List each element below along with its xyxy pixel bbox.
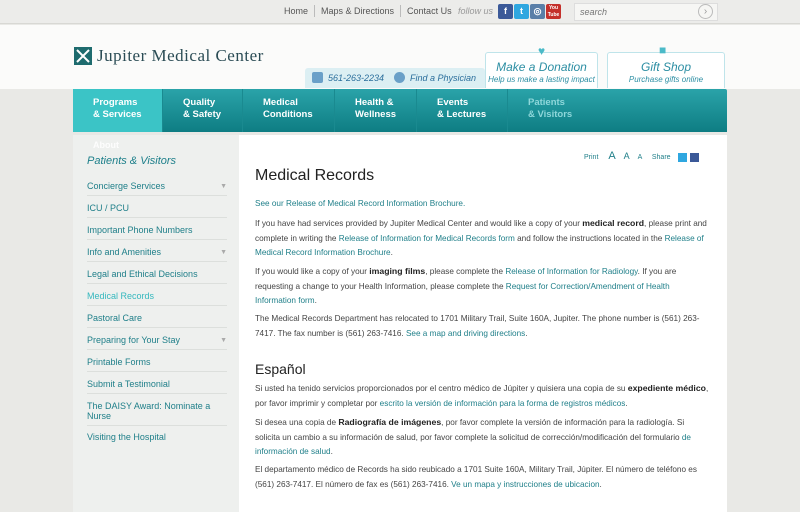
share-label: Share xyxy=(651,154,671,161)
page-tools: Print A A A Share xyxy=(584,150,700,162)
facebook-icon[interactable]: f xyxy=(498,4,513,19)
youtube-icon[interactable]: You Tube xyxy=(546,4,561,19)
release-form-link[interactable]: Release of Information for Medical Recor… xyxy=(339,234,515,243)
logo-icon[interactable] xyxy=(74,47,92,65)
chevron-down-icon[interactable]: ▼ xyxy=(220,337,227,344)
brochure-paragraph: See our Release of Medical Record Inform… xyxy=(255,197,710,212)
spanish-imaging-paragraph: Si desea una copia de Radiografía de imá… xyxy=(255,417,691,456)
phone-icon xyxy=(312,72,323,83)
utility-links: Home Maps & Directions Contact Us xyxy=(278,5,458,17)
instagram-icon[interactable]: ◎ xyxy=(530,4,545,19)
sidebar-item-testimonial[interactable]: Submit a Testimonial xyxy=(87,379,227,394)
search-go-icon[interactable]: › xyxy=(698,4,713,19)
twitter-share-icon[interactable] xyxy=(677,152,687,162)
sidebar-ghost-label: About xyxy=(93,140,119,150)
page-title: Medical Records xyxy=(255,167,375,184)
twitter-icon[interactable]: t xyxy=(514,4,529,19)
donation-title: Make a Donation xyxy=(496,60,587,74)
spanish-relocation-paragraph: El departamento médico de Records ha sid… xyxy=(255,465,697,489)
site-logo-text[interactable]: Jupiter Medical Center xyxy=(97,46,264,66)
sidebar-item-icu-pcu[interactable]: ICU / PCU xyxy=(87,203,227,218)
chevron-down-icon[interactable]: ▼ xyxy=(220,183,227,190)
nav-health-wellness[interactable]: Health & Wellness xyxy=(335,89,417,132)
sidebar-item-visiting[interactable]: Visiting the Hospital xyxy=(87,432,227,446)
spanish-records-form-link[interactable]: escrito la versión de información para l… xyxy=(380,399,626,408)
facebook-share-icon[interactable] xyxy=(690,152,700,162)
sidebar-item-legal-ethical[interactable]: Legal and Ethical Decisions xyxy=(87,269,227,284)
font-small-button[interactable]: A xyxy=(638,154,642,161)
font-large-button[interactable]: A xyxy=(608,150,615,162)
sidebar-item-pastoral-care[interactable]: Pastoral Care xyxy=(87,313,227,328)
home-link[interactable]: Home xyxy=(278,5,316,17)
radiology-release-link[interactable]: Release of Information for Radiology xyxy=(505,267,637,276)
print-link[interactable]: Print xyxy=(584,154,598,161)
sidebar-heading: Patients & Visitors xyxy=(87,155,177,167)
spanish-map-link[interactable]: Ve un mapa y instrucciones de ubicacion xyxy=(451,480,599,489)
nav-events-lectures[interactable]: Events & Lectures xyxy=(417,89,508,132)
gift-shop-promo[interactable]: Gift Shop Purchase gifts online xyxy=(607,52,725,88)
sidebar-item-daisy-award[interactable]: The DAISY Award: Nominate a Nurse xyxy=(87,401,227,426)
spanish-heading: Español xyxy=(255,361,306,377)
sidebar-item-info-amenities[interactable]: Info and Amenities ▼ xyxy=(87,247,227,262)
heart-icon: ♥ xyxy=(538,44,546,58)
brochure-link[interactable]: See our Release of Medical Record Inform… xyxy=(255,199,465,208)
sidebar-item-medical-records[interactable]: Medical Records xyxy=(87,291,227,306)
gift-icon: ■ xyxy=(659,43,667,57)
sidebar-item-concierge-services[interactable]: Concierge Services ▼ xyxy=(87,181,227,196)
search-input[interactable] xyxy=(574,3,718,21)
contact-strip: 561-263-2234 Find a Physician xyxy=(305,68,485,88)
physician-icon xyxy=(394,72,405,83)
imaging-paragraph: If you would like a copy of your imaging… xyxy=(255,266,677,305)
gift-shop-title: Gift Shop xyxy=(640,60,692,74)
contact-us-link[interactable]: Contact Us xyxy=(401,5,458,17)
nav-quality-safety[interactable]: Quality & Safety xyxy=(163,89,243,132)
gift-shop-subtitle: Purchase gifts online xyxy=(628,75,704,84)
maps-directions-link[interactable]: Maps & Directions xyxy=(315,5,402,17)
follow-us-label: follow us xyxy=(458,6,494,16)
utility-bar: Home Maps & Directions Contact Us follow… xyxy=(0,0,800,24)
nav-medical-conditions[interactable]: Medical Conditions xyxy=(243,89,335,132)
nav-patients-visitors[interactable]: Patients & Visitors xyxy=(508,89,608,132)
nav-programs-services[interactable]: Programs & Services xyxy=(73,89,163,132)
font-medium-button[interactable]: A xyxy=(624,151,630,161)
sidebar-item-phone-numbers[interactable]: Important Phone Numbers xyxy=(87,225,227,240)
chevron-down-icon[interactable]: ▼ xyxy=(220,249,227,256)
sidebar-item-printable-forms[interactable]: Printable Forms xyxy=(87,357,227,372)
phone-number[interactable]: 561-263-2234 xyxy=(328,73,384,83)
donation-subtitle: Help us make a lasting impact xyxy=(488,75,595,84)
map-directions-link[interactable]: See a map and driving directions xyxy=(406,329,525,338)
records-paragraph: If you have had services provided by Jup… xyxy=(255,218,707,257)
relocation-paragraph: The Medical Records Department has reloc… xyxy=(255,314,700,338)
spanish-records-paragraph: Si usted ha tenido servicios proporciona… xyxy=(255,383,709,408)
sidebar-item-preparing-stay[interactable]: Preparing for Your Stay ▼ xyxy=(87,335,227,350)
find-physician-link[interactable]: Find a Physician xyxy=(410,73,476,83)
main-nav: Programs & Services Quality & Safety Medic… xyxy=(73,89,727,132)
